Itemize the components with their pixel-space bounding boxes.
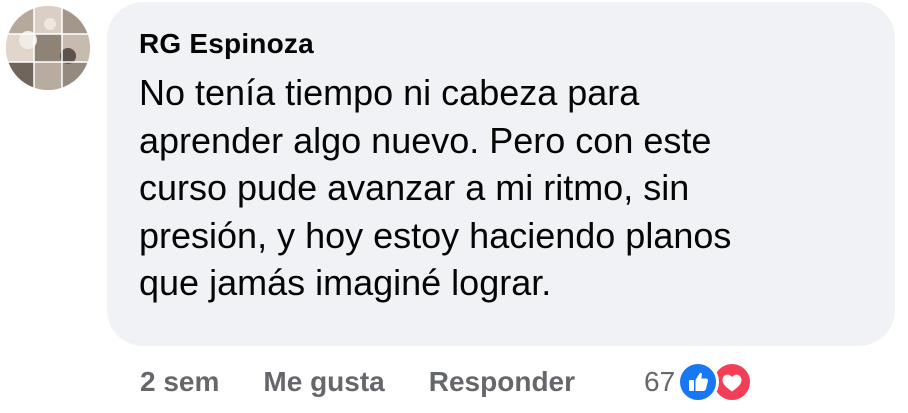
like-button[interactable]: Me gusta xyxy=(263,366,384,398)
comment-bubble: RG Espinoza No tenía tiempo ni cabeza pa… xyxy=(107,2,895,346)
like-icon xyxy=(677,361,720,403)
reactions-summary[interactable]: 67 xyxy=(644,361,763,403)
reply-button[interactable]: Responder xyxy=(429,366,575,398)
comment-author[interactable]: RG Espinoza xyxy=(139,26,865,62)
avatar[interactable] xyxy=(6,6,90,90)
comment-actions: 2 sem Me gusta Responder xyxy=(140,362,575,402)
comment-text: No tenía tiempo ni cabeza para aprender … xyxy=(139,72,732,303)
reaction-count: 67 xyxy=(644,366,676,397)
comment-timestamp[interactable]: 2 sem xyxy=(140,366,219,398)
reaction-icons xyxy=(677,361,763,403)
